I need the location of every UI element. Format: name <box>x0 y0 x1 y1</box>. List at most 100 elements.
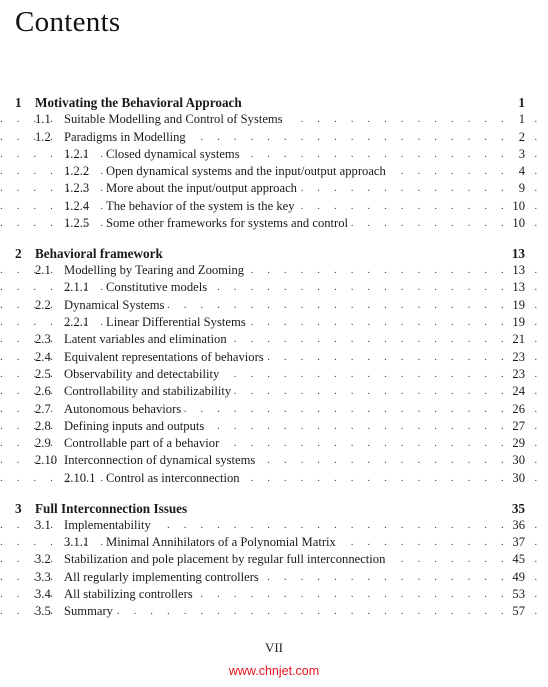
entry-title: Interconnection of dynamical systems <box>64 452 259 470</box>
entry-page: 4 <box>514 163 525 181</box>
entry-number: 3.1.1 <box>64 535 90 550</box>
entry-page: 35 <box>507 499 525 517</box>
entry-page: 30 <box>508 469 525 488</box>
toc-subsection[interactable]: . . . . . . . . . . . . . . . . . . . . … <box>0 163 548 181</box>
page-number: VII <box>264 640 284 655</box>
entry-title: All regularly implementing controllers <box>64 568 262 587</box>
entry-number: 1.2.3 <box>64 181 90 196</box>
toc-section[interactable]: . . . . . . . . . . . . . . . . . . . . … <box>0 348 548 366</box>
entry-title: Full Interconnection Issues <box>35 499 191 517</box>
entry-title: Minimal Annihilators of a Polynomial Mat… <box>106 534 339 552</box>
toc-subsection[interactable]: . . . . . . . . . . . . . . . . . . . . … <box>0 279 548 297</box>
entry-title: Summary <box>64 603 116 621</box>
entry-page: 37 <box>508 534 525 552</box>
entry-number: 2.1 <box>35 263 51 278</box>
entry-page: 2 <box>514 128 525 146</box>
toc-section[interactable]: . . . . . . . . . . . . . . . . . . . . … <box>0 435 548 453</box>
entry-title: Suitable Modelling and Control of System… <box>64 111 286 129</box>
toc-subsection[interactable]: . . . . . . . . . . . . . . . . . . . . … <box>0 314 548 332</box>
entry-number: 2.7 <box>35 401 51 416</box>
entry-number: 2.2 <box>35 297 51 312</box>
entry-title: The behavior of the system is the key <box>106 197 298 216</box>
toc-section[interactable]: . . . . . . . . . . . . . . . . . . . . … <box>0 365 548 384</box>
entry-page: 13 <box>508 262 525 280</box>
entry-number: 2.5 <box>35 366 51 381</box>
entry-number: 2.4 <box>35 349 51 364</box>
entry-page: 10 <box>508 215 525 233</box>
toc-chapter[interactable]: 2 Behavioral framework 13 <box>0 244 548 263</box>
entry-number: 2.10 <box>35 453 58 468</box>
entry-page: 49 <box>508 568 525 587</box>
entry-title: Equivalent representations of behaviors <box>64 348 267 366</box>
entry-title: Autonomous behaviors <box>64 400 185 418</box>
toc-section[interactable]: . . . . . . . . . . . . . . . . . . . . … <box>0 586 548 604</box>
toc-section[interactable]: . . . . . . . . . . . . . . . . . . . . … <box>0 296 548 315</box>
toc-section[interactable]: . . . . . . . . . . . . . . . . . . . . … <box>0 417 548 436</box>
toc-subsection[interactable]: . . . . . . . . . . . . . . . . . . . . … <box>0 145 548 164</box>
toc-section[interactable]: . . . . . . . . . . . . . . . . . . . . … <box>0 400 548 418</box>
entry-title: Controllable part of a behavior <box>64 435 223 453</box>
toc-section[interactable]: . . . . . . . . . . . . . . . . . . . . … <box>0 111 548 129</box>
table-of-contents: 1 Motivating the Behavioral Approach 1 . .… <box>0 94 548 621</box>
toc-section[interactable]: . . . . . . . . . . . . . . . . . . . . … <box>0 128 548 146</box>
toc-subsection[interactable]: . . . . . . . . . . . . . . . . . . . . … <box>0 469 548 488</box>
entry-title: Constitutive models <box>106 279 211 297</box>
entry-page: 3 <box>514 145 525 164</box>
toc-chapter[interactable]: 1 Motivating the Behavioral Approach 1 <box>0 94 548 112</box>
toc-subsection[interactable]: . . . . . . . . . . . . . . . . . . . . … <box>0 180 548 198</box>
chapter-gap <box>0 487 548 500</box>
entry-title: Dynamical Systems <box>64 296 168 315</box>
entry-title: Modelling by Tearing and Zooming <box>64 262 248 280</box>
toc-section[interactable]: . . . . . . . . . . . . . . . . . . . . … <box>0 331 548 349</box>
toc-section[interactable]: . . . . . . . . . . . . . . . . . . . . … <box>0 452 548 470</box>
entry-number: 1.2.1 <box>64 146 90 161</box>
entry-number: 3.4 <box>35 587 51 602</box>
toc-section[interactable]: . . . . . . . . . . . . . . . . . . . . … <box>0 551 548 569</box>
entry-number: 3.2 <box>35 552 51 567</box>
entry-title: Latent variables and elimination <box>64 331 230 349</box>
entry-number: 1.2 <box>35 129 51 144</box>
entry-title: Defining inputs and outputs <box>64 417 208 436</box>
entry-page: 19 <box>508 296 525 315</box>
entry-number: 2.6 <box>35 384 51 399</box>
toc-section[interactable]: . . . . . . . . . . . . . . . . . . . . … <box>0 516 548 535</box>
entry-page: 24 <box>508 383 525 401</box>
entry-page: 13 <box>507 244 525 263</box>
toc-chapter[interactable]: 3 Full Interconnection Issues 35 <box>0 499 548 517</box>
toc-section[interactable]: . . . . . . . . . . . . . . . . . . . . … <box>0 603 548 621</box>
entry-page: 26 <box>508 400 525 418</box>
entry-page: 1 <box>514 94 525 112</box>
entry-title: Paradigms in Modelling <box>64 128 189 146</box>
entry-page: 1 <box>514 111 525 129</box>
watermark-link[interactable]: www.chnjet.com <box>0 664 548 678</box>
entry-number: 3.5 <box>35 604 51 619</box>
entry-number: 2.1.1 <box>64 280 90 295</box>
entry-number: 1 <box>15 95 22 110</box>
entry-page: 23 <box>508 348 525 366</box>
entry-page: 27 <box>508 417 525 436</box>
entry-page: 57 <box>508 603 525 621</box>
entry-number: 3.3 <box>35 569 51 584</box>
entry-number: 2.8 <box>35 418 51 433</box>
toc-subsection[interactable]: . . . . . . . . . . . . . . . . . . . . … <box>0 197 548 216</box>
entry-title: Some other frameworks for systems and co… <box>106 215 352 233</box>
toc-section[interactable]: . . . . . . . . . . . . . . . . . . . . … <box>0 262 548 280</box>
toc-section[interactable]: . . . . . . . . . . . . . . . . . . . . … <box>0 383 548 401</box>
entry-title: Open dynamical systems and the input/out… <box>106 163 389 181</box>
entry-page: 9 <box>514 180 525 198</box>
entry-title: Behavioral framework <box>35 244 166 263</box>
entry-page: 36 <box>508 516 525 535</box>
entry-title: Controllability and stabilizability <box>64 383 235 401</box>
entry-number: 2.10.1 <box>64 470 96 485</box>
entry-page: 13 <box>508 279 525 297</box>
entry-number: 3.1 <box>35 517 51 532</box>
entry-title: Closed dynamical systems <box>106 145 243 164</box>
toc-subsection[interactable]: . . . . . . . . . . . . . . . . . . . . … <box>0 215 548 233</box>
entry-title: All stabilizing controllers <box>64 586 196 604</box>
entry-page: 29 <box>508 435 525 453</box>
toc-subsection[interactable]: . . . . . . . . . . . . . . . . . . . . … <box>0 534 548 552</box>
entry-title: Motivating the Behavioral Approach <box>35 94 245 112</box>
entry-number: 2.9 <box>35 436 51 451</box>
toc-section[interactable]: . . . . . . . . . . . . . . . . . . . . … <box>0 568 548 587</box>
entry-page: 30 <box>508 452 525 470</box>
